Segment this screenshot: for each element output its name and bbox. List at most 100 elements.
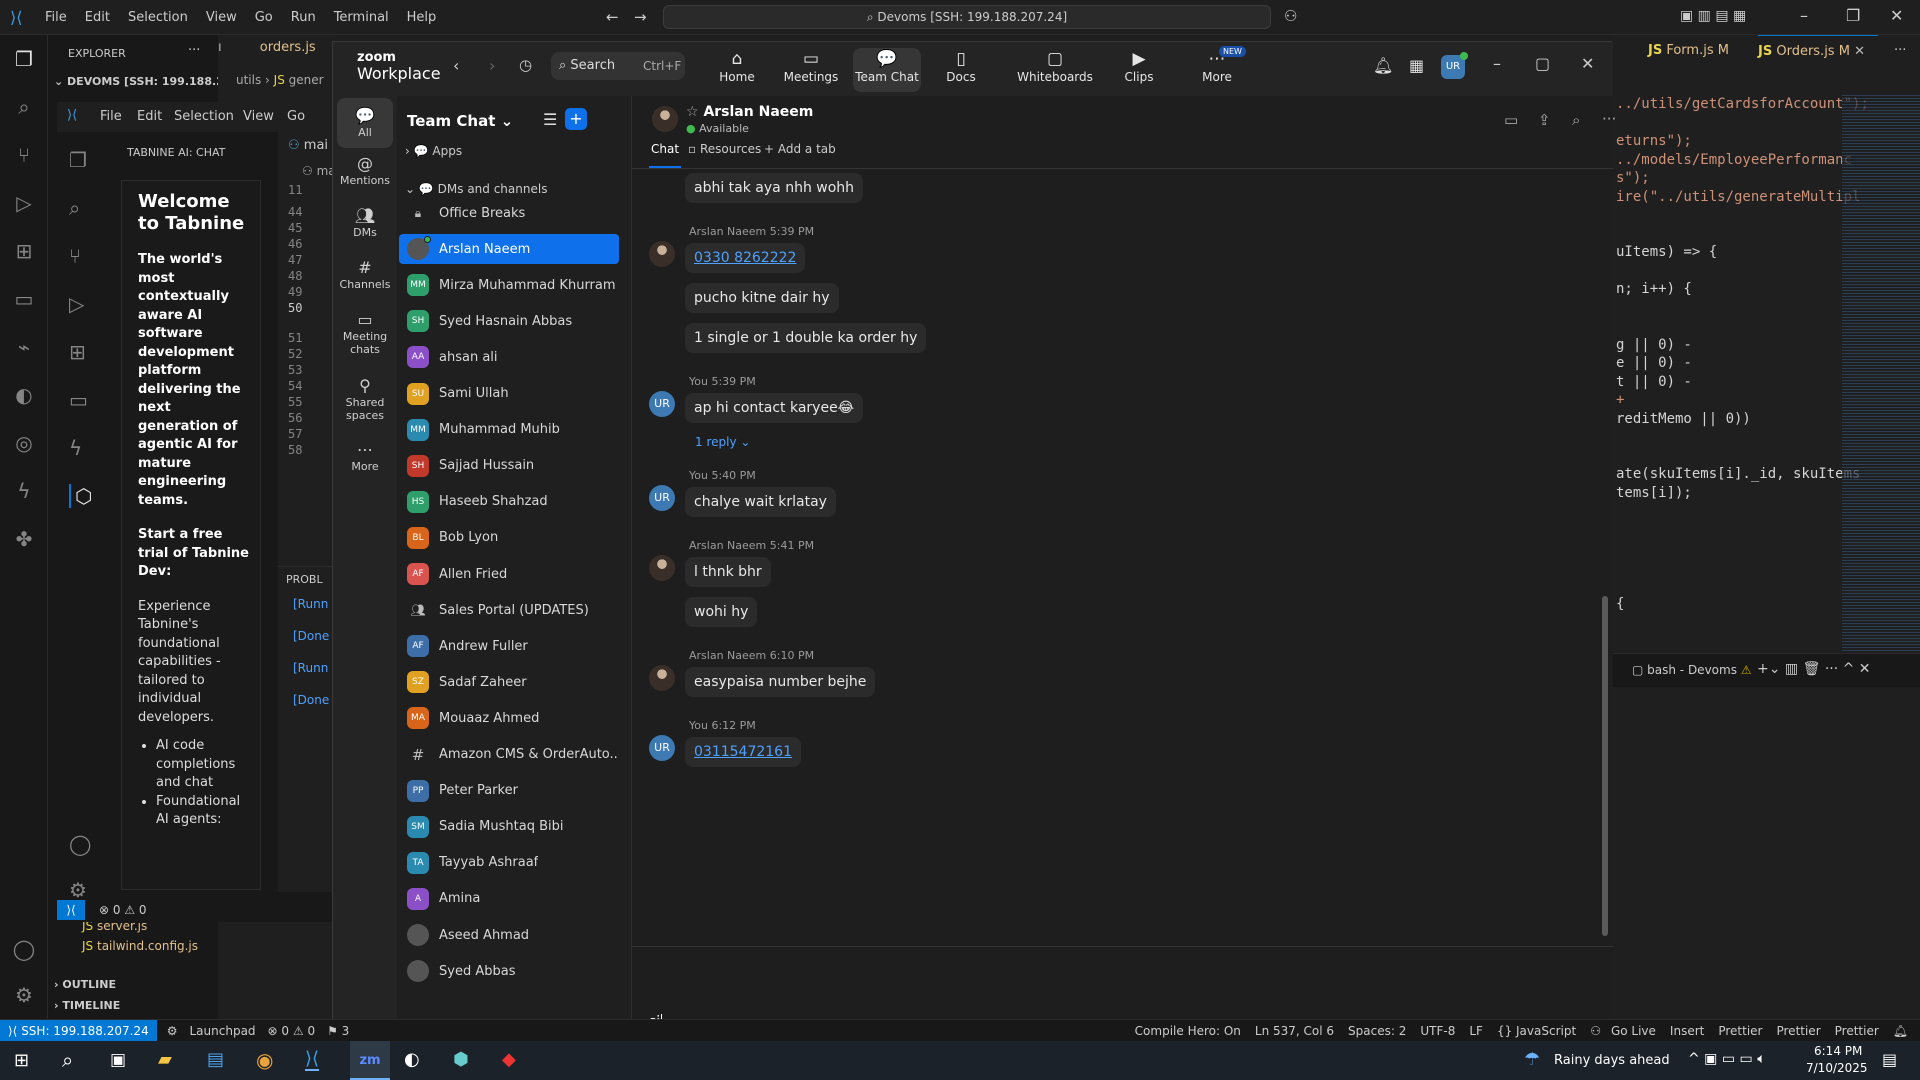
gitlens-icon[interactable]: ◎ bbox=[10, 429, 38, 457]
zoom-icon[interactable]: zm bbox=[350, 1041, 390, 1080]
tab-chat[interactable]: Chat bbox=[649, 142, 682, 168]
calendar-icon[interactable]: ▦ bbox=[1409, 56, 1424, 75]
forward-arrow-icon[interactable]: › bbox=[489, 56, 495, 75]
back-arrow-icon[interactable]: ← bbox=[606, 8, 619, 26]
close-icon[interactable]: ✕ bbox=[1581, 54, 1594, 73]
more-actions-icon[interactable]: ··· bbox=[1894, 43, 1906, 58]
run-debug-icon[interactable]: ▷ bbox=[10, 189, 38, 217]
contact-item[interactable]: SM Sadia Mushtaq Bibi bbox=[399, 812, 619, 842]
nav-home[interactable]: ⌂ Home bbox=[703, 48, 771, 92]
settings-gear-icon[interactable]: ⚙ bbox=[69, 878, 87, 902]
run-debug-icon[interactable]: ▷ bbox=[69, 292, 84, 316]
tabnine-icon[interactable]: ⬡ bbox=[69, 484, 92, 508]
copilot-icon[interactable]: ⚇ bbox=[1590, 1024, 1601, 1038]
outline-section[interactable]: › OUTLINE bbox=[54, 978, 116, 991]
explorer-root[interactable]: ⌄ DEVOMS [SSH: 199.188.20... bbox=[54, 75, 218, 88]
message-link[interactable]: 03115472161 bbox=[685, 737, 801, 767]
thread-replies-link[interactable]: 1 reply ⌄ bbox=[695, 435, 750, 449]
nav-meetings[interactable]: ▭ Meetings bbox=[777, 48, 845, 92]
scrollbar[interactable] bbox=[1602, 596, 1608, 936]
search-icon[interactable]: ⌕ bbox=[62, 1048, 73, 1072]
filter-icon[interactable]: ☰ bbox=[543, 110, 557, 129]
new-chat-button[interactable]: + bbox=[565, 108, 587, 130]
insert-mode[interactable]: Insert bbox=[1670, 1024, 1704, 1038]
sync-icon[interactable]: ⚙ bbox=[167, 1024, 178, 1038]
message-bubble[interactable]: l thnk bhr bbox=[685, 557, 771, 587]
rail-more[interactable]: ⋯ More bbox=[337, 440, 393, 473]
extensions-icon[interactable]: ⊞ bbox=[10, 237, 38, 265]
clock-date[interactable]: 7/10/2025 bbox=[1806, 1061, 1868, 1075]
chrome-icon[interactable]: ◉ bbox=[256, 1048, 273, 1072]
avatar[interactable] bbox=[649, 241, 675, 267]
go-live[interactable]: Go Live bbox=[1611, 1024, 1656, 1038]
message-bubble[interactable]: chalye wait krlatay bbox=[685, 487, 836, 517]
rail-shared-spaces[interactable]: ⚲ Shared spaces bbox=[337, 376, 393, 422]
inner-menu-selection[interactable]: Selection bbox=[174, 109, 234, 124]
settings-gear-icon[interactable]: ⚙ bbox=[10, 981, 38, 1009]
message-bubble[interactable]: 1 single or 1 double ka order hy bbox=[685, 323, 927, 353]
message-bubble[interactable]: pucho kitne dair hy bbox=[685, 283, 839, 313]
contact-item[interactable]: AF Allen Fried bbox=[399, 559, 619, 589]
line-ending[interactable]: LF bbox=[1469, 1024, 1483, 1038]
message-link[interactable]: 0330 8262222 bbox=[685, 243, 806, 273]
search-icon[interactable]: ⌕ bbox=[69, 196, 80, 220]
layout-icon[interactable]: ▣ ▥ ▤ ▦ bbox=[1680, 8, 1746, 24]
dms-channels-section[interactable]: ⌄ 💬 DMs and channels bbox=[405, 182, 547, 196]
extensions-icon[interactable]: ⊞ bbox=[69, 340, 86, 364]
back-arrow-icon[interactable]: ‹ bbox=[453, 56, 459, 75]
contact-item[interactable]: BL Bob Lyon bbox=[399, 523, 619, 553]
avatar[interactable]: UR bbox=[649, 735, 675, 761]
editor-tab-form[interactable]: JS Form.js M bbox=[1648, 43, 1729, 58]
problems-count[interactable]: ⊗ 0 ⚠ 0 bbox=[268, 1024, 316, 1038]
contact-item[interactable]: # Amazon CMS & OrderAuto... bbox=[399, 740, 619, 770]
contact-item[interactable]: TA Tayyab Ashraaf bbox=[399, 848, 619, 878]
indentation[interactable]: Spaces: 2 bbox=[1348, 1024, 1406, 1038]
inner-menu-go[interactable]: Go bbox=[287, 109, 305, 124]
search-icon[interactable]: ⌕ bbox=[10, 93, 38, 121]
share-screen-icon[interactable]: ⇪ bbox=[1538, 111, 1551, 129]
chat-header-name[interactable]: ☆ Arslan Naeem bbox=[686, 104, 813, 120]
menu-terminal[interactable]: Terminal bbox=[325, 0, 398, 35]
maximize-icon[interactable]: ▢ bbox=[1535, 54, 1550, 73]
message-bubble[interactable]: wohi hy bbox=[685, 597, 758, 627]
command-center[interactable]: ⌕ Devoms [SSH: 199.188.207.24] bbox=[663, 5, 1271, 29]
rail-channels[interactable]: # Channels bbox=[337, 258, 393, 291]
contact-item[interactable]: A Amina bbox=[399, 884, 619, 914]
inner-menu-edit[interactable]: Edit bbox=[137, 109, 162, 124]
apps-section[interactable]: › 💬 Apps bbox=[405, 144, 462, 158]
contact-item[interactable]: SZ Sadaf Zaheer bbox=[399, 667, 619, 697]
search-icon[interactable]: ⌕ bbox=[1572, 111, 1580, 129]
avatar[interactable]: UR bbox=[649, 485, 675, 511]
nav-more[interactable]: ⋯ More NEW bbox=[1183, 46, 1251, 92]
menu-file[interactable]: File bbox=[36, 0, 76, 35]
menu-view[interactable]: View bbox=[197, 0, 246, 35]
nav-docs[interactable]: ▯ Docs bbox=[927, 48, 995, 92]
contact-item[interactable]: AF Andrew Fuller bbox=[399, 631, 619, 661]
editor-tab-orders[interactable]: JS Orders.js M ✕ bbox=[1758, 35, 1878, 70]
contact-item[interactable]: Aseed Ahmad bbox=[399, 920, 619, 950]
remote-explorer-icon[interactable]: ▭ bbox=[10, 285, 38, 313]
store-icon[interactable]: ▤ bbox=[207, 1049, 224, 1070]
app-icon[interactable]: ⬢ bbox=[453, 1049, 469, 1070]
tab-resources[interactable]: ▫ Resources bbox=[688, 142, 761, 156]
prettier[interactable]: Prettier bbox=[1776, 1024, 1820, 1038]
encoding[interactable]: UTF-8 bbox=[1420, 1024, 1455, 1038]
app-icon[interactable]: ◐ bbox=[404, 1049, 420, 1070]
source-control-icon[interactable]: ⑂ bbox=[69, 244, 81, 268]
editor-tab[interactable]: ı orders.js bbox=[218, 40, 336, 68]
problems-count[interactable]: ⊗ 0 ⚠ 0 bbox=[99, 903, 147, 917]
contact-item[interactable]: MM Muhammad Muhib bbox=[399, 415, 619, 445]
remote-explorer-icon[interactable]: ▭ bbox=[69, 388, 88, 412]
cursor-position[interactable]: Ln 537, Col 6 bbox=[1255, 1024, 1334, 1038]
lightning-icon[interactable]: ϟ bbox=[10, 477, 38, 505]
python-icon[interactable]: ✤ bbox=[10, 525, 38, 553]
avatar[interactable] bbox=[649, 555, 675, 581]
zoom-search[interactable]: ⌕ Search Ctrl+F bbox=[551, 52, 685, 80]
more-icon[interactable]: ··· bbox=[1602, 110, 1616, 128]
anydesk-icon[interactable]: ◆ bbox=[502, 1049, 516, 1070]
contact-item[interactable]: 👥︎ Sales Portal (UPDATES) bbox=[399, 595, 619, 625]
contact-item[interactable]: HS Haseeb Shahzad bbox=[399, 487, 619, 517]
inner-menu-file[interactable]: File bbox=[100, 109, 122, 124]
avatar[interactable] bbox=[649, 665, 675, 691]
message-bubble[interactable]: ap hi contact karyee😂 bbox=[685, 393, 864, 423]
